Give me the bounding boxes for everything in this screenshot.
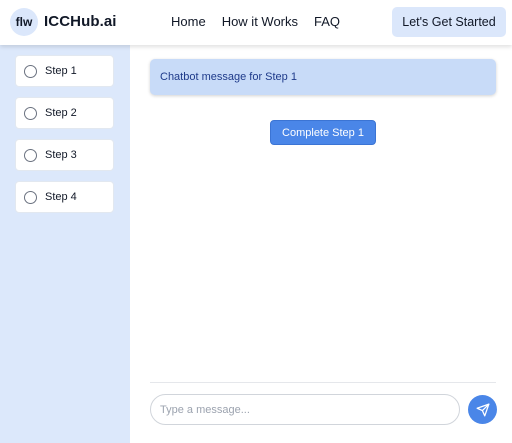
message-input[interactable]: [150, 394, 460, 425]
step-item-2[interactable]: Step 2: [15, 97, 114, 129]
logo-badge-text: flw: [15, 15, 33, 29]
chat-panel: Chatbot message for Step 1 Complete Step…: [130, 45, 512, 443]
brand-name[interactable]: ICCHub.ai: [44, 13, 117, 30]
top-header: flw ICCHub.ai Home How it Works FAQ Let'…: [0, 0, 512, 45]
get-started-button[interactable]: Let's Get Started: [392, 7, 506, 37]
step-item-3[interactable]: Step 3: [15, 139, 114, 171]
steps-sidebar: Step 1 Step 2 Step 3 Step 4: [0, 45, 130, 443]
input-divider: [150, 382, 496, 383]
step-radio-3[interactable]: [24, 148, 37, 162]
step-item-4[interactable]: Step 4: [15, 181, 114, 213]
complete-step-button[interactable]: Complete Step 1: [270, 120, 376, 145]
logo-badge[interactable]: flw: [10, 8, 38, 36]
step-label: Step 1: [45, 65, 77, 77]
step-label: Step 4: [45, 191, 77, 203]
send-button[interactable]: [468, 395, 497, 424]
send-icon: [476, 403, 489, 416]
nav-link-faq[interactable]: FAQ: [314, 14, 340, 30]
step-label: Step 3: [45, 149, 77, 161]
main-nav: Home How it Works FAQ: [171, 14, 356, 30]
step-radio-4[interactable]: [24, 190, 37, 204]
chatbot-message-text: Chatbot message for Step 1: [160, 71, 297, 83]
step-radio-2[interactable]: [24, 106, 37, 120]
step-item-1[interactable]: Step 1: [15, 55, 114, 87]
step-label: Step 2: [45, 107, 77, 119]
nav-link-home[interactable]: Home: [171, 14, 206, 30]
step-radio-1[interactable]: [24, 64, 37, 78]
chatbot-message: Chatbot message for Step 1: [150, 59, 496, 95]
nav-link-how-it-works[interactable]: How it Works: [222, 14, 298, 30]
